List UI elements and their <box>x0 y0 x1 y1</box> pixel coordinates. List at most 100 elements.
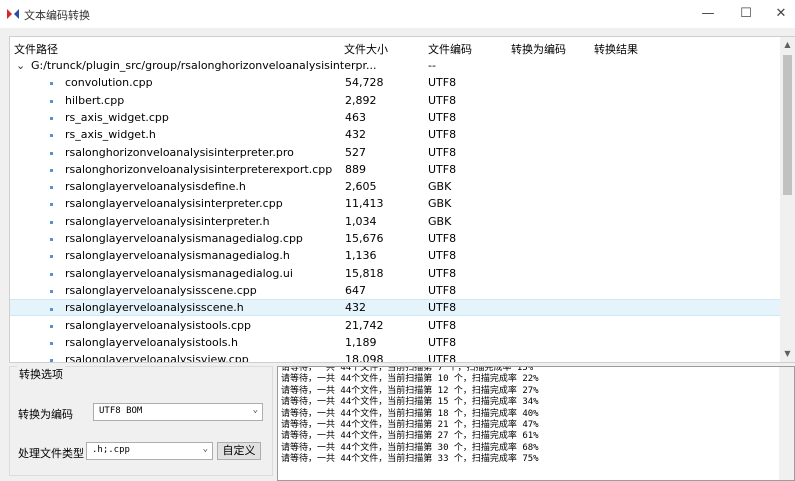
file-name: rsalonghorizonveloanalysisinterpreter.pr… <box>65 145 294 159</box>
target-encoding-select[interactable]: UTF8 BOM ⌄ <box>93 403 263 421</box>
table-row[interactable]: rsalonglayerveloanalysisdefine.h 2,605 GBK <box>10 178 780 195</box>
file-name: rs_axis_widget.h <box>65 128 156 142</box>
file-encoding: UTF8 <box>428 232 457 245</box>
file-tree[interactable]: 文件路径 文件大小 文件编码 转换为编码 转换结果 ⌄ G:/trunck/pl… <box>9 36 795 363</box>
file-name: rsalonglayerveloanalysisscene.h <box>65 301 244 315</box>
root-path: G:/trunck/plugin_src/group/rsalonghorizo… <box>31 59 377 72</box>
file-bullet-icon <box>50 289 53 293</box>
file-bullet-icon <box>50 220 53 224</box>
file-encoding: UTF8 <box>428 145 457 159</box>
table-row[interactable]: rsalonglayerveloanalysisinterpreter.h 1,0… <box>10 213 780 230</box>
app-logo-icon <box>7 9 19 19</box>
table-row[interactable]: rs_axis_widget.h 432 UTF8 <box>10 126 780 143</box>
file-encoding: UTF8 <box>428 283 457 297</box>
file-bullet-icon <box>50 134 53 138</box>
table-row[interactable]: rsalonglayerveloanalysisscene.cpp 647 UTF8 <box>10 282 780 299</box>
file-encoding: UTF8 <box>428 301 457 315</box>
log-line: 请等待，一共 44个文件，当前扫描第 15 个，扫描完成率 34% <box>281 397 539 408</box>
file-name: rsalonglayerveloanalysismanagedialog.cpp <box>65 232 303 245</box>
tree-header: 文件路径 文件大小 文件编码 转换为编码 转换结果 <box>10 37 780 57</box>
window-title: 文本编码转换 <box>24 9 90 22</box>
log-line: 请等待，一共 44个文件，当前扫描第 12 个，扫描完成率 27% <box>281 385 539 396</box>
table-row[interactable]: hilbert.cpp 2,892 UTF8 <box>10 92 780 109</box>
file-name: rsalonglayerveloanalysisscene.cpp <box>65 283 257 297</box>
file-name: rsalonglayerveloanalysisinterpreter.cpp <box>65 197 283 211</box>
root-encoding: -- <box>428 59 436 72</box>
scroll-up-arrow-icon[interactable]: ▲ <box>780 37 795 53</box>
file-encoding: GBK <box>428 180 452 194</box>
file-size: 647 <box>345 283 366 297</box>
table-row[interactable]: convolution.cpp 54,728 UTF8 <box>10 74 780 91</box>
file-bullet-icon <box>50 99 53 103</box>
table-row[interactable]: rsalonglayerveloanalysisview.cpp 18,098 UT… <box>10 351 780 363</box>
table-row[interactable]: rsalonglayerveloanalysisinterpreter.cpp 1… <box>10 195 780 212</box>
file-bullet-icon <box>50 272 53 276</box>
file-bullet-icon <box>50 359 53 362</box>
file-bullet-icon <box>50 116 53 120</box>
file-type-label: 处理文件类型 <box>18 447 84 460</box>
file-encoding: UTF8 <box>428 249 457 263</box>
file-size: 15,676 <box>345 232 384 245</box>
file-bullet-icon <box>50 324 53 328</box>
file-bullet-icon <box>50 203 53 207</box>
log-line: 请等待，一共 44个文件，当前扫描第 30 个，扫描完成率 68% <box>281 442 539 453</box>
file-bullet-icon <box>50 341 53 345</box>
file-name: hilbert.cpp <box>65 93 125 107</box>
file-size: 21,742 <box>345 318 384 332</box>
file-size: 1,189 <box>345 335 377 349</box>
log-line: 请等待，一共 44个文件，当前扫描第 21 个，扫描完成率 47% <box>281 420 539 431</box>
maximize-button[interactable]: ☐ <box>729 0 763 28</box>
file-size: 18,098 <box>345 353 384 363</box>
file-size: 432 <box>345 128 366 142</box>
file-name: rsalonglayerveloanalysismanagedialog.h <box>65 249 290 263</box>
log-lines: 请等待，一共 44个文件，当前扫描第 7 个，扫描完成率 15% 请等待，一共 4… <box>281 367 539 466</box>
table-row[interactable]: rsalonglayerveloanalysismanagedialog.h 1,… <box>10 247 780 264</box>
scroll-thumb[interactable] <box>783 55 792 195</box>
log-output[interactable]: 请等待，一共 44个文件，当前扫描第 7 个，扫描完成率 15% 请等待，一共 4… <box>277 366 795 481</box>
file-encoding: UTF8 <box>428 162 457 176</box>
log-line: 请等待，一共 44个文件，当前扫描第 10 个，扫描完成率 22% <box>281 374 539 385</box>
file-size: 11,413 <box>345 197 384 211</box>
column-header-size[interactable]: 文件大小 <box>344 41 388 57</box>
file-size: 527 <box>345 145 366 159</box>
file-name: rsalonglayerveloanalysisinterpreter.h <box>65 214 270 228</box>
file-bullet-icon <box>50 255 53 259</box>
minimize-button[interactable]: — <box>691 0 725 28</box>
file-name: rsalonglayerveloanalysisview.cpp <box>65 353 249 363</box>
table-row[interactable]: rsalonglayerveloanalysistools.h 1,189 UTF8 <box>10 334 780 351</box>
tree-vertical-scrollbar[interactable]: ▲ ▼ <box>780 37 795 362</box>
options-group-title: 转换选项 <box>17 366 65 382</box>
custom-button[interactable]: 自定义 <box>217 442 261 460</box>
file-encoding: GBK <box>428 197 452 211</box>
file-type-select[interactable]: .h;.cpp ⌄ <box>86 442 213 460</box>
column-header-target-encoding[interactable]: 转换为编码 <box>511 41 566 57</box>
chevron-down-icon: ⌄ <box>252 405 258 415</box>
column-header-path[interactable]: 文件路径 <box>14 41 58 57</box>
log-line: 请等待，一共 44个文件，当前扫描第 18 个，扫描完成率 40% <box>281 408 539 419</box>
column-header-result[interactable]: 转换结果 <box>594 41 638 57</box>
column-header-encoding[interactable]: 文件编码 <box>428 41 472 57</box>
table-row[interactable]: rs_axis_widget.cpp 463 UTF8 <box>10 109 780 126</box>
file-size: 1,034 <box>345 214 377 228</box>
table-row[interactable]: rsalonglayerveloanalysistools.cpp 21,742 U… <box>10 317 780 334</box>
file-encoding: UTF8 <box>428 353 457 363</box>
file-name: rsalonglayerveloanalysisdefine.h <box>65 180 246 194</box>
file-encoding: UTF8 <box>428 76 457 90</box>
scroll-down-arrow-icon[interactable]: ▼ <box>780 346 795 362</box>
table-row[interactable]: rsalonghorizonveloanalysisinterpreterexp… <box>10 161 780 178</box>
table-row-selected[interactable]: rsalonglayerveloanalysisscene.h 432 UTF8 <box>10 299 780 317</box>
table-row[interactable]: rsalonghorizonveloanalysisinterpreter.pr… <box>10 144 780 161</box>
file-encoding: GBK <box>428 214 452 228</box>
file-size: 1,136 <box>345 249 377 263</box>
target-encoding-value: UTF8 BOM <box>99 406 143 416</box>
tree-root-row[interactable]: ⌄ G:/trunck/plugin_src/group/rsalonghori… <box>10 57 780 74</box>
close-button[interactable]: ✕ <box>764 0 795 28</box>
log-vertical-scrollbar[interactable] <box>779 367 794 480</box>
table-row[interactable]: rsalonglayerveloanalysismanagedialog.ui 1… <box>10 265 780 282</box>
file-name: rsalonglayerveloanalysismanagedialog.ui <box>65 266 293 280</box>
table-row[interactable]: rsalonglayerveloanalysismanagedialog.cpp… <box>10 230 780 247</box>
file-size: 432 <box>345 301 366 315</box>
collapse-chevron-icon[interactable]: ⌄ <box>16 59 25 72</box>
title-bar: 文本编码转换 — ☐ ✕ <box>0 0 795 28</box>
file-size: 54,728 <box>345 76 384 90</box>
